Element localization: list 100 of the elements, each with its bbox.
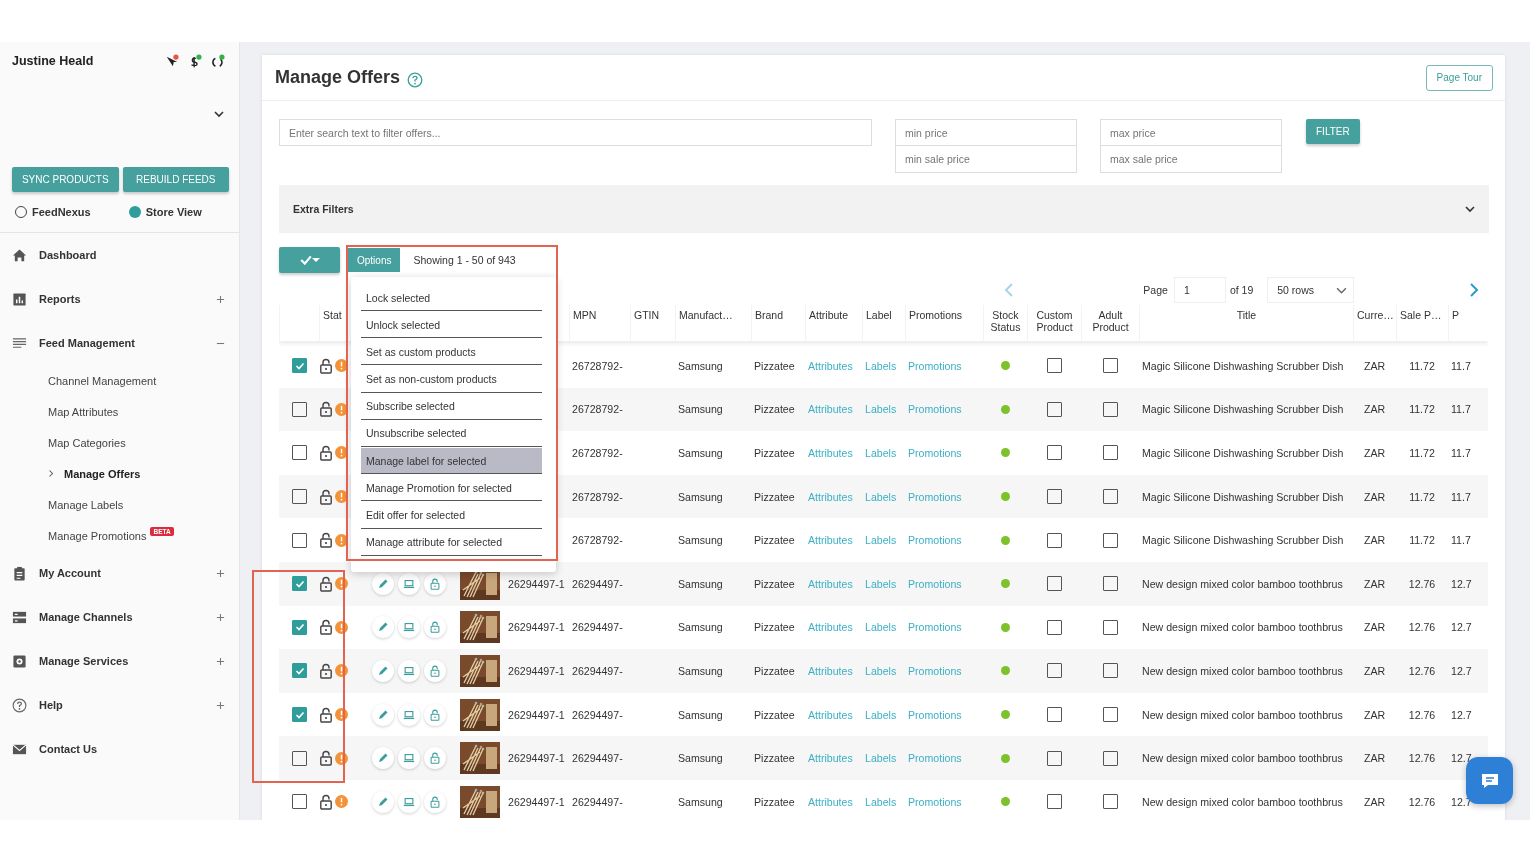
labels-link[interactable]: Labels <box>865 447 897 459</box>
menu-item[interactable]: Manage label for selected <box>361 448 542 475</box>
unlock-icon[interactable] <box>319 662 333 679</box>
price-field[interactable]: min price <box>895 119 1077 146</box>
nav-item[interactable]: Dashboard <box>0 233 239 277</box>
custom-product-checkbox[interactable] <box>1046 445 1062 461</box>
dollar-icon[interactable] <box>188 54 202 68</box>
laptop-button[interactable] <box>398 572 420 595</box>
search-field[interactable]: Enter search text to filter offers... <box>279 119 872 146</box>
adult-product-checkbox[interactable] <box>1102 445 1118 461</box>
price-field[interactable]: min sale price <box>895 146 1077 173</box>
unlock-icon[interactable] <box>319 532 333 549</box>
price-field[interactable]: max sale price <box>1100 146 1282 173</box>
menu-item[interactable]: Set as non-custom products <box>361 366 542 393</box>
next-page-icon[interactable] <box>1469 282 1479 298</box>
nav-subitem[interactable]: Channel Management <box>0 365 239 396</box>
nav-subitem[interactable]: Manage Offers <box>0 458 239 489</box>
attributes-link[interactable]: Attributes <box>808 708 853 721</box>
menu-item[interactable]: Subscribe selected <box>361 393 542 420</box>
labels-link[interactable]: Labels <box>865 359 897 372</box>
page-field[interactable]: 1 <box>1173 277 1226 303</box>
promotions-link[interactable]: Promotions <box>908 795 962 808</box>
adult-product-checkbox[interactable] <box>1102 358 1118 374</box>
plus-icon[interactable] <box>216 656 225 666</box>
labels-link[interactable]: Labels <box>865 534 897 547</box>
nav-item[interactable]: Contact Us <box>0 727 239 771</box>
nav-subitem[interactable]: Manage Labels <box>0 489 239 520</box>
unlock-icon[interactable] <box>319 619 333 636</box>
custom-product-checkbox[interactable] <box>1046 619 1062 635</box>
menu-item[interactable]: Unlock selected <box>361 312 542 339</box>
labels-link[interactable]: Labels <box>865 490 897 503</box>
custom-product-checkbox[interactable] <box>1046 663 1062 679</box>
filter-button[interactable]: FILTER <box>1306 119 1360 144</box>
custom-product-checkbox[interactable] <box>1046 401 1062 417</box>
row-checkbox[interactable] <box>292 401 307 417</box>
promotions-link[interactable]: Promotions <box>908 664 962 677</box>
adult-product-checkbox[interactable] <box>1102 707 1118 723</box>
menu-item[interactable]: Lock selected <box>361 285 542 311</box>
row-checkbox[interactable] <box>292 750 307 766</box>
laptop-button[interactable] <box>398 747 420 770</box>
edit-button[interactable] <box>372 572 394 595</box>
custom-product-checkbox[interactable] <box>1046 707 1062 723</box>
unlock-icon[interactable] <box>319 575 333 592</box>
menu-item[interactable]: Edit offer for selected <box>361 502 542 529</box>
promotions-link[interactable]: Promotions <box>908 490 962 503</box>
page-tour-button[interactable]: Page Tour <box>1425 64 1493 91</box>
custom-product-checkbox[interactable] <box>1046 576 1062 592</box>
attributes-link[interactable]: Attributes <box>808 534 853 547</box>
laptop-button[interactable] <box>398 616 420 639</box>
nav-item[interactable]: Reports <box>0 277 239 321</box>
attributes-link[interactable]: Attributes <box>808 795 853 808</box>
edit-button[interactable] <box>372 659 394 682</box>
nav-subitem[interactable]: Map Categories <box>0 427 239 458</box>
labels-link[interactable]: Labels <box>865 403 897 416</box>
promotions-link[interactable]: Promotions <box>908 447 962 459</box>
custom-product-checkbox[interactable] <box>1046 358 1062 374</box>
promotions-link[interactable]: Promotions <box>908 577 962 590</box>
nav-item[interactable]: Feed Management <box>0 321 239 365</box>
labels-link[interactable]: Labels <box>865 752 897 765</box>
select-dropdown-button[interactable] <box>279 247 340 273</box>
row-checkbox[interactable] <box>292 445 307 461</box>
nav-subitem[interactable]: Map Attributes <box>0 396 239 427</box>
nav-item[interactable]: Manage Services <box>0 639 239 683</box>
labels-link[interactable]: Labels <box>865 664 897 677</box>
edit-button[interactable] <box>372 747 394 770</box>
chevron-down-icon[interactable] <box>213 108 225 120</box>
unlock-icon[interactable] <box>319 488 333 505</box>
adult-product-checkbox[interactable] <box>1102 401 1118 417</box>
custom-product-checkbox[interactable] <box>1046 489 1062 505</box>
price-field[interactable]: max price <box>1100 119 1282 146</box>
promotions-link[interactable]: Promotions <box>908 621 962 634</box>
row-checkbox[interactable] <box>292 707 307 723</box>
menu-item[interactable]: Manage Promotion for selected <box>361 475 542 502</box>
custom-product-checkbox[interactable] <box>1046 532 1062 548</box>
edit-button[interactable] <box>372 616 394 639</box>
labels-link[interactable]: Labels <box>865 795 897 808</box>
chevron-down-icon[interactable] <box>1464 203 1476 215</box>
menu-item[interactable]: Set as custom products <box>361 339 542 366</box>
adult-product-checkbox[interactable] <box>1102 489 1118 505</box>
laptop-button[interactable] <box>398 703 420 726</box>
row-checkbox[interactable] <box>292 358 307 374</box>
options-button[interactable]: Options <box>348 248 401 272</box>
custom-product-checkbox[interactable] <box>1046 794 1062 810</box>
attributes-link[interactable]: Attributes <box>808 403 853 416</box>
promotions-link[interactable]: Promotions <box>908 534 962 547</box>
rows-select[interactable]: 50 rows <box>1267 277 1354 303</box>
attributes-link[interactable]: Attributes <box>808 447 853 459</box>
help-icon[interactable] <box>407 71 424 88</box>
adult-product-checkbox[interactable] <box>1102 576 1118 592</box>
sync-products-button[interactable]: SYNC PRODUCTS <box>12 167 119 192</box>
attributes-link[interactable]: Attributes <box>808 664 853 677</box>
unlock-icon[interactable] <box>319 445 333 461</box>
laptop-button[interactable] <box>398 659 420 682</box>
menu-item[interactable]: Unsubscribe selected <box>361 420 542 447</box>
row-checkbox[interactable] <box>292 532 307 548</box>
attributes-link[interactable]: Attributes <box>808 621 853 634</box>
cursor-icon[interactable] <box>165 54 179 68</box>
row-checkbox[interactable] <box>292 794 307 810</box>
row-checkbox[interactable] <box>292 576 307 592</box>
view-radio[interactable]: FeedNexus <box>15 206 91 218</box>
